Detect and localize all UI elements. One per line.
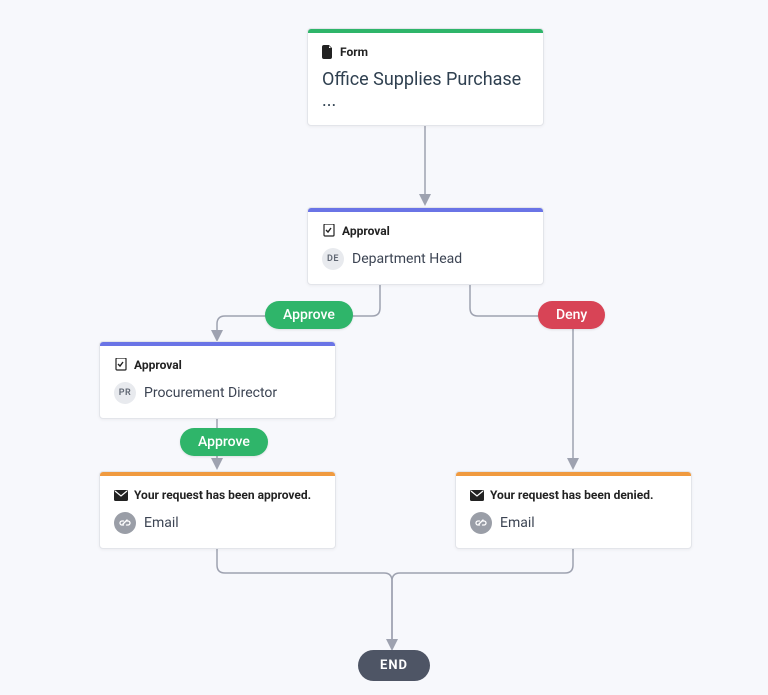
link-icon bbox=[470, 512, 492, 534]
form-title: Office Supplies Purchase ... bbox=[322, 69, 529, 111]
branch-pill-deny[interactable]: Deny bbox=[538, 301, 605, 329]
envelope-icon bbox=[114, 490, 128, 501]
approval-icon bbox=[114, 358, 128, 372]
email-title: Your request has been approved. bbox=[134, 488, 311, 502]
document-icon bbox=[322, 45, 334, 59]
end-node: END bbox=[358, 650, 430, 681]
node-email-approved[interactable]: Your request has been approved. Email bbox=[99, 471, 336, 549]
node-type-label: Approval bbox=[134, 358, 182, 372]
node-approval-dept-head[interactable]: Approval DE Department Head bbox=[307, 207, 544, 285]
channel-label: Email bbox=[144, 515, 179, 531]
assignee-label: Department Head bbox=[352, 251, 462, 267]
approval-icon bbox=[322, 224, 336, 238]
node-email-denied[interactable]: Your request has been denied. Email bbox=[455, 471, 692, 549]
assignee-label: Procurement Director bbox=[144, 385, 277, 401]
email-title: Your request has been denied. bbox=[490, 488, 653, 502]
avatar: DE bbox=[322, 248, 344, 270]
avatar: PR bbox=[114, 382, 136, 404]
envelope-icon bbox=[470, 490, 484, 501]
branch-pill-approve-2[interactable]: Approve bbox=[180, 428, 268, 456]
node-type-label: Form bbox=[340, 45, 368, 59]
node-type-label: Approval bbox=[342, 224, 390, 238]
node-approval-procurement[interactable]: Approval PR Procurement Director bbox=[99, 341, 336, 419]
branch-pill-approve-1[interactable]: Approve bbox=[265, 301, 353, 329]
node-form[interactable]: Form Office Supplies Purchase ... bbox=[307, 28, 544, 126]
workflow-canvas: Form Office Supplies Purchase ... Approv… bbox=[0, 0, 768, 695]
link-icon bbox=[114, 512, 136, 534]
channel-label: Email bbox=[500, 515, 535, 531]
